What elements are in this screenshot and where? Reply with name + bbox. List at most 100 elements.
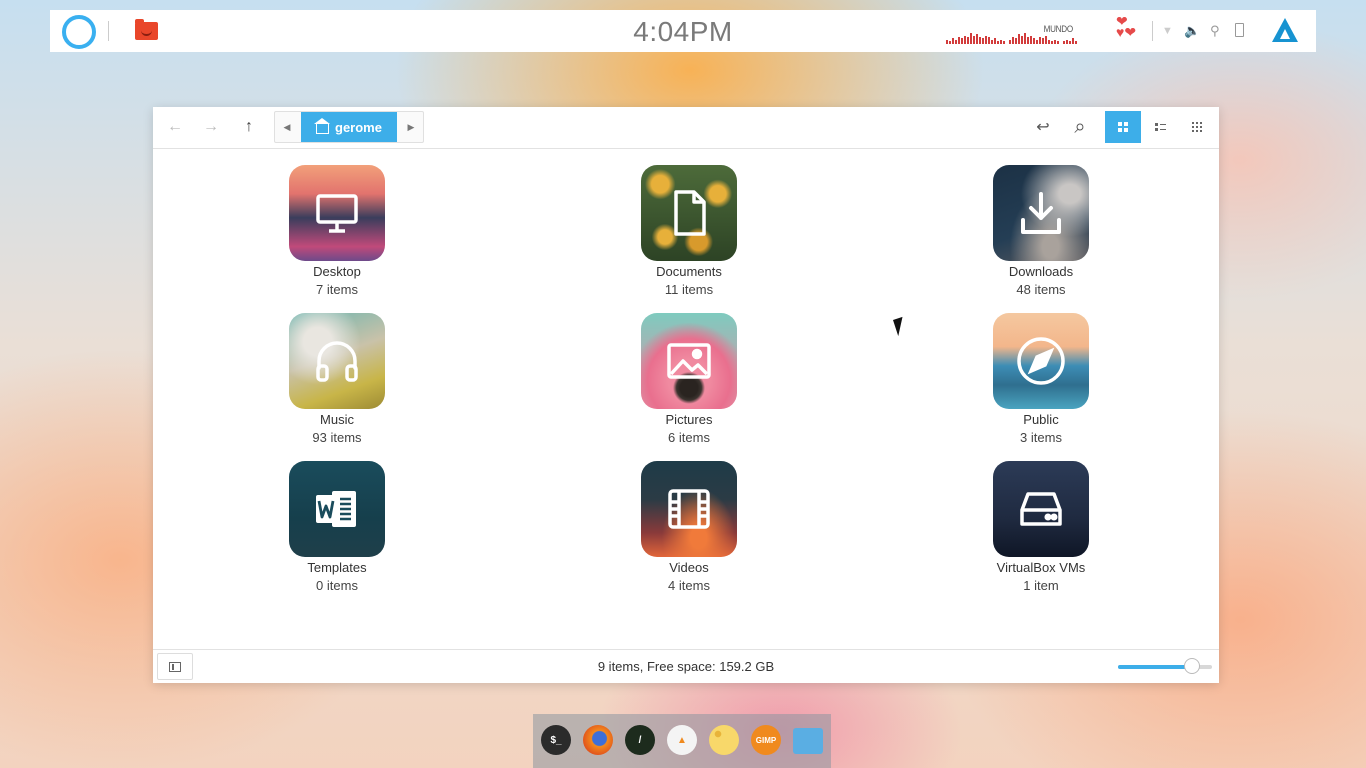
- firefox-icon[interactable]: [583, 725, 613, 755]
- vlc-icon[interactable]: ▲: [667, 725, 697, 755]
- download-icon: [1021, 192, 1061, 234]
- visualizer-bar: [961, 38, 963, 44]
- editor-icon[interactable]: /: [625, 725, 655, 755]
- image-icon: [667, 343, 711, 379]
- item-name: VirtualBox VMs: [996, 560, 1086, 575]
- folder-templates[interactable]: Templates 0 items: [262, 461, 412, 593]
- item-name: Public: [1023, 412, 1059, 427]
- visualizer-bar: [952, 38, 954, 44]
- visualizer-bar: [1042, 38, 1044, 44]
- folder-thumbnail: [641, 461, 737, 557]
- item-name: Pictures: [665, 412, 713, 427]
- volume-icon[interactable]: 🔈: [1184, 23, 1200, 39]
- compact-view-icon: [1192, 122, 1202, 132]
- visualizer-bar: [988, 37, 990, 44]
- cheese-icon[interactable]: [709, 725, 739, 755]
- visualizer-bar: [997, 41, 999, 44]
- item-count: 4 items: [668, 578, 710, 593]
- arch-logo-icon[interactable]: [1272, 18, 1298, 42]
- monitor-icon: [316, 194, 358, 233]
- battery-icon[interactable]: [1235, 23, 1244, 37]
- dock: $_ / ▲ GIMP: [533, 714, 831, 768]
- breadcrumb: ◀ gerome ▶: [274, 111, 424, 143]
- forward-arrow-icon: →: [203, 118, 219, 135]
- file-manager-window: ← → ↑ ◀ gerome ▶ ↩ ⌕ Desktop 7 items Doc…: [153, 107, 1219, 683]
- file-grid: Desktop 7 items Documents 11 items Downl…: [153, 149, 1219, 649]
- visualizer-bar: [985, 35, 987, 44]
- panel-separator: [1152, 21, 1153, 41]
- breadcrumb-prev-button[interactable]: ◀: [275, 112, 299, 142]
- icon-view-button[interactable]: [1105, 111, 1141, 143]
- hearts-icon[interactable]: ❤ ♥❤: [1116, 14, 1136, 39]
- visualizer-label: MUNDO: [1043, 24, 1074, 34]
- folder-downloads[interactable]: Downloads 48 items: [966, 165, 1116, 297]
- visualizer-bar: [1057, 41, 1059, 44]
- document-icon: [674, 190, 706, 236]
- folder-desktop[interactable]: Desktop 7 items: [262, 165, 412, 297]
- lightbulb-icon[interactable]: ⚲: [1210, 23, 1220, 39]
- visualizer-bar: [1075, 41, 1077, 44]
- list-view-button[interactable]: [1143, 113, 1177, 141]
- folder-virtualbox-vms[interactable]: VirtualBox VMs 1 item: [966, 461, 1116, 593]
- visualizer-bar: [946, 39, 948, 44]
- visualizer-bar: [1030, 35, 1032, 44]
- zoom-slider[interactable]: [1118, 658, 1212, 674]
- visualizer-bar: [1012, 37, 1014, 44]
- visualizer-bar: [1006, 43, 1008, 44]
- terminal-icon[interactable]: $_: [541, 725, 571, 755]
- folder-thumbnail: [641, 313, 737, 409]
- compact-view-button[interactable]: [1180, 113, 1214, 141]
- folder-thumbnail: [289, 313, 385, 409]
- up-arrow-icon: ↑: [245, 118, 253, 135]
- item-name: Desktop: [313, 264, 361, 279]
- top-panel: 4:04PM MUNDO ❤ ♥❤ ▼ 🔈 ⚲: [50, 10, 1316, 52]
- folder-thumbnail: [289, 461, 385, 557]
- item-count: 93 items: [312, 430, 362, 445]
- folder-thumbnail: [993, 165, 1089, 261]
- visualizer-bar: [967, 37, 969, 44]
- zoom-slider-fill: [1118, 665, 1193, 669]
- visualizer-bar: [1015, 38, 1017, 44]
- grid-view-icon: [1118, 122, 1128, 132]
- visualizer-bar: [1051, 41, 1053, 44]
- home-icon: [314, 118, 331, 134]
- visualizer-bar: [970, 32, 972, 44]
- item-count: 11 items: [664, 282, 714, 297]
- breadcrumb-item-home[interactable]: gerome: [301, 112, 397, 142]
- film-icon: [668, 489, 710, 529]
- toolbar: ← → ↑ ◀ gerome ▶ ↩ ⌕: [153, 107, 1219, 149]
- breadcrumb-next-button[interactable]: ▶: [399, 112, 423, 142]
- folder-documents[interactable]: Documents 11 items: [614, 165, 764, 297]
- item-name: Documents: [656, 264, 722, 279]
- files-icon[interactable]: [793, 728, 823, 754]
- word-icon: [316, 491, 356, 527]
- folder-pictures[interactable]: Pictures 6 items: [614, 313, 764, 445]
- visualizer-bar: [1039, 37, 1041, 44]
- item-name: Videos: [669, 560, 709, 575]
- folder-public[interactable]: Public 3 items: [966, 313, 1116, 445]
- visualizer-bar: [1000, 39, 1002, 44]
- back-button[interactable]: ←: [158, 113, 192, 141]
- item-count: 3 items: [1020, 430, 1062, 445]
- visualizer-bar: [1060, 43, 1062, 44]
- visualizer-bar: [1021, 35, 1023, 44]
- breadcrumb-label: gerome: [335, 119, 382, 135]
- up-button[interactable]: ↑: [232, 113, 266, 141]
- visualizer-bar: [1072, 38, 1074, 44]
- folder-music[interactable]: Music 93 items: [262, 313, 412, 445]
- gimp-icon[interactable]: GIMP: [751, 725, 781, 755]
- visualizer-bar: [1048, 39, 1050, 44]
- undo-button[interactable]: ↩: [1026, 113, 1060, 141]
- visualizer-bar: [1063, 41, 1065, 44]
- search-button[interactable]: ⌕: [1063, 113, 1097, 141]
- visualizer-bar: [991, 39, 993, 44]
- chevron-right-icon: ▶: [407, 121, 415, 132]
- search-icon: ⌕: [1074, 115, 1086, 138]
- forward-button[interactable]: →: [194, 113, 228, 141]
- item-count: 7 items: [316, 282, 358, 297]
- visualizer-bar: [973, 35, 975, 44]
- folder-videos[interactable]: Videos 4 items: [614, 461, 764, 593]
- folder-thumbnail: [641, 165, 737, 261]
- visualizer-bar: [1066, 39, 1068, 44]
- wifi-icon[interactable]: ▼: [1162, 25, 1173, 37]
